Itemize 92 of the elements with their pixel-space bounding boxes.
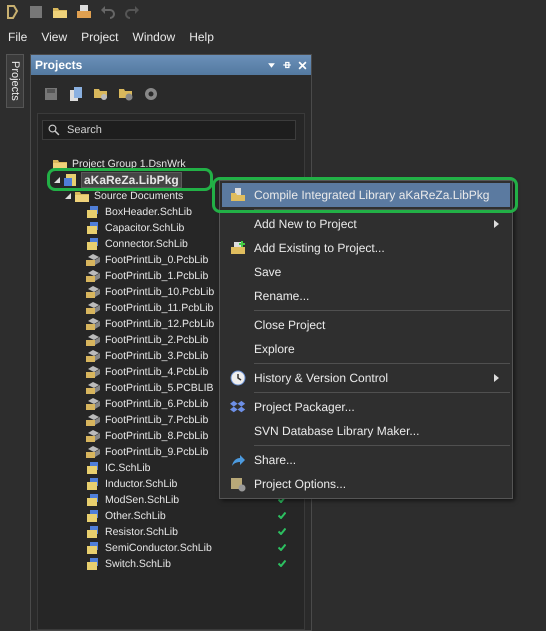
pcb-library-icon (85, 412, 101, 428)
add-document-icon (230, 240, 246, 256)
tree-item[interactable]: FootPrintLib_9.PcbLib (103, 446, 210, 458)
schematic-library-icon (85, 460, 101, 476)
open-project-icon (76, 4, 92, 20)
pcb-library-icon (85, 268, 101, 284)
context-menu-item[interactable]: Share... (222, 448, 510, 472)
side-tab[interactable]: Projects (6, 54, 24, 108)
context-menu-item[interactable]: Close Project (222, 313, 510, 337)
context-menu-item[interactable]: Save (222, 260, 510, 284)
pcb-library-icon (85, 348, 101, 364)
context-menu-item[interactable]: Add Existing to Project... (222, 236, 510, 260)
close-icon (298, 60, 307, 70)
tree-item[interactable]: Resistor.SchLib (103, 526, 180, 538)
tree-item[interactable]: Other.SchLib (103, 510, 168, 522)
pcb-library-icon (85, 428, 101, 444)
schematic-library-icon (85, 492, 101, 508)
tree-item[interactable]: FootPrintLib_4.PcbLib (103, 366, 210, 378)
save-all-icon (28, 4, 44, 20)
tree-item[interactable]: aKaReZa.LibPkg (81, 172, 182, 188)
folder-settings-icon (118, 86, 134, 102)
tree-item[interactable]: Capacitor.SchLib (103, 222, 186, 234)
project-icon (63, 172, 79, 188)
context-menu-item[interactable]: SVN Database Library Maker... (222, 419, 510, 443)
app-logo-icon (4, 4, 20, 20)
context-menu-item[interactable]: Project Packager... (222, 395, 510, 419)
tree-item[interactable]: FootPrintLib_0.PcbLib (103, 254, 210, 266)
context-menu-item[interactable]: History & Version Control (222, 366, 510, 390)
tree-item[interactable]: SemiConductor.SchLib (103, 542, 214, 554)
menu-item[interactable]: Project (77, 28, 122, 46)
tree-item[interactable]: FootPrintLib_7.PcbLib (103, 414, 210, 426)
schematic-library-icon (85, 476, 101, 492)
share-arrow-icon (230, 452, 246, 468)
pcb-library-icon (85, 284, 101, 300)
tree-item[interactable]: Inductor.SchLib (103, 478, 180, 490)
tree-item[interactable]: FootPrintLib_10.PcbLib (103, 286, 216, 298)
search-icon (48, 124, 60, 136)
schematic-library-icon (85, 540, 101, 556)
pcb-library-icon (85, 332, 101, 348)
schematic-library-icon (85, 524, 101, 540)
search-field[interactable]: Search (42, 120, 296, 140)
tree-item[interactable]: FootPrintLib_3.PcbLib (103, 350, 210, 362)
pcb-library-icon (85, 396, 101, 412)
tree-item[interactable]: ModSen.SchLib (103, 494, 182, 506)
dropbox-icon (230, 399, 246, 415)
context-menu-item[interactable]: Compile Integrated Library aKaReZa.LibPkg (222, 183, 510, 207)
tree-item[interactable]: FootPrintLib_5.PCBLIB (103, 382, 216, 394)
tree-item[interactable]: FootPrintLib_2.PcbLib (103, 334, 210, 346)
context-menu-item[interactable]: Rename... (222, 284, 510, 308)
tree-item[interactable]: Connector.SchLib (103, 238, 190, 250)
tree-item[interactable]: FootPrintLib_6.PcbLib (103, 398, 210, 410)
save-icon (43, 86, 59, 102)
schematic-library-icon (85, 508, 101, 524)
collapse-icon[interactable] (64, 192, 72, 200)
folder-search-icon (93, 86, 109, 102)
context-menu-item[interactable]: Project Options... (222, 472, 510, 496)
menu-item[interactable]: View (37, 28, 72, 46)
menu-item[interactable]: Window (128, 28, 180, 46)
options-icon (230, 476, 246, 492)
tree-item[interactable]: Project Group 1.DsnWrk (70, 158, 188, 170)
schematic-library-icon (85, 204, 101, 220)
tree-item[interactable]: BoxHeader.SchLib (103, 206, 194, 218)
collapse-icon[interactable] (53, 176, 61, 184)
pin-icon (282, 60, 292, 70)
panel-title: Projects (35, 58, 82, 72)
tree-item[interactable]: FootPrintLib_1.PcbLib (103, 270, 210, 282)
tree-item[interactable]: Source Documents (92, 190, 186, 202)
pcb-library-icon (85, 444, 101, 460)
settings-icon (143, 86, 159, 102)
tree-item[interactable]: FootPrintLib_8.PcbLib (103, 430, 210, 442)
schematic-library-icon (85, 236, 101, 252)
clock-icon (230, 370, 246, 386)
menu-item[interactable]: File (4, 28, 32, 46)
tree-item[interactable]: FootPrintLib_12.PcbLib (103, 318, 216, 330)
menu-item[interactable]: Help (185, 28, 218, 46)
pcb-library-icon (85, 300, 101, 316)
schematic-library-icon (85, 556, 101, 572)
tree-item[interactable]: IC.SchLib (103, 462, 153, 474)
documents-icon (68, 86, 84, 102)
folder-document-icon (230, 187, 246, 203)
dropdown-icon (267, 60, 276, 70)
pcb-library-icon (85, 316, 101, 332)
pcb-library-icon (85, 252, 101, 268)
pcb-library-icon (85, 380, 101, 396)
context-menu-item[interactable]: Add New to Project (222, 212, 510, 236)
tree-item[interactable]: FootPrintLib_11.PcbLib (103, 302, 216, 314)
tree-item[interactable]: Switch.SchLib (103, 558, 173, 570)
pcb-library-icon (85, 364, 101, 380)
schematic-library-icon (85, 220, 101, 236)
undo-icon (100, 4, 116, 20)
context-menu-item[interactable]: Explore (222, 337, 510, 361)
redo-icon (124, 4, 140, 20)
